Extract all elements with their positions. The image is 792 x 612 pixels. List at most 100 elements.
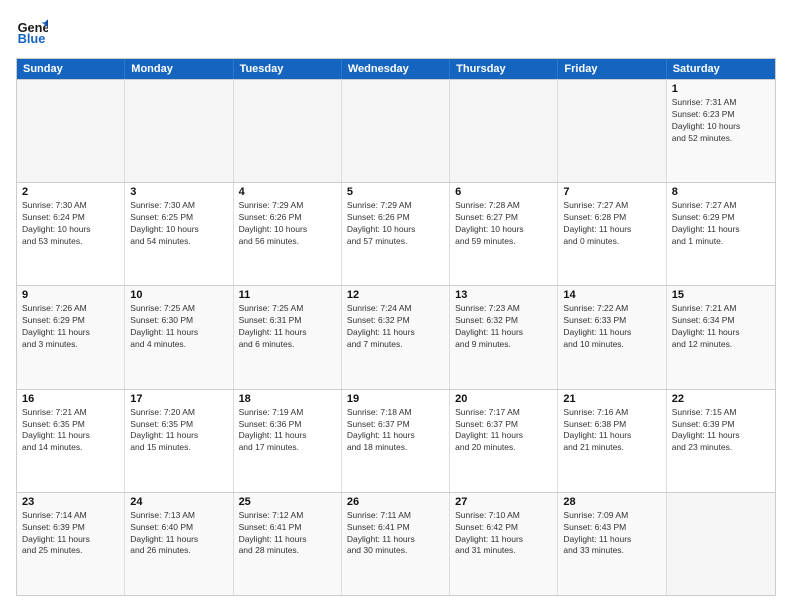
day-cell-26: 26 Sunrise: 7:11 AM Sunset: 6:41 PM Dayli… <box>342 493 450 595</box>
calendar: SundayMondayTuesdayWednesdayThursdayFrid… <box>16 58 776 596</box>
day-info: Sunrise: 7:22 AM Sunset: 6:33 PM Dayligh… <box>563 303 660 351</box>
day-info: Sunrise: 7:31 AM Sunset: 6:23 PM Dayligh… <box>672 97 770 145</box>
calendar-week-4: 16 Sunrise: 7:21 AM Sunset: 6:35 PM Dayli… <box>17 389 775 492</box>
day-info: Sunrise: 7:15 AM Sunset: 6:39 PM Dayligh… <box>672 407 770 455</box>
day-info: Sunrise: 7:23 AM Sunset: 6:32 PM Dayligh… <box>455 303 552 351</box>
day-number: 20 <box>455 393 552 405</box>
day-cell-12: 12 Sunrise: 7:24 AM Sunset: 6:32 PM Dayli… <box>342 286 450 388</box>
empty-cell <box>667 493 775 595</box>
day-info: Sunrise: 7:11 AM Sunset: 6:41 PM Dayligh… <box>347 510 444 558</box>
day-info: Sunrise: 7:26 AM Sunset: 6:29 PM Dayligh… <box>22 303 119 351</box>
page: General Blue SundayMondayTuesdayWednesda… <box>0 0 792 612</box>
day-info: Sunrise: 7:25 AM Sunset: 6:30 PM Dayligh… <box>130 303 227 351</box>
day-info: Sunrise: 7:27 AM Sunset: 6:28 PM Dayligh… <box>563 200 660 248</box>
day-info: Sunrise: 7:25 AM Sunset: 6:31 PM Dayligh… <box>239 303 336 351</box>
day-number: 9 <box>22 289 119 301</box>
day-cell-17: 17Sunrise: 7:20 AM Sunset: 6:35 PM Dayli… <box>125 390 233 492</box>
day-number: 6 <box>455 186 552 198</box>
header-day-friday: Friday <box>558 59 666 79</box>
header-day-saturday: Saturday <box>667 59 775 79</box>
day-number: 4 <box>239 186 336 198</box>
day-info: Sunrise: 7:13 AM Sunset: 6:40 PM Dayligh… <box>130 510 227 558</box>
day-cell-15: 15 Sunrise: 7:21 AM Sunset: 6:34 PM Dayli… <box>667 286 775 388</box>
day-number: 16 <box>22 393 119 405</box>
calendar-week-1: 1Sunrise: 7:31 AM Sunset: 6:23 PM Daylig… <box>17 79 775 182</box>
day-cell-9: 9 Sunrise: 7:26 AM Sunset: 6:29 PM Daylig… <box>17 286 125 388</box>
day-number: 28 <box>563 496 660 508</box>
day-info: Sunrise: 7:27 AM Sunset: 6:29 PM Dayligh… <box>672 200 770 248</box>
day-number: 25 <box>239 496 336 508</box>
day-number: 8 <box>672 186 770 198</box>
day-cell-8: 8 Sunrise: 7:27 AM Sunset: 6:29 PM Daylig… <box>667 183 775 285</box>
day-cell-11: 11 Sunrise: 7:25 AM Sunset: 6:31 PM Dayli… <box>234 286 342 388</box>
logo: General Blue <box>16 16 52 48</box>
day-number: 11 <box>239 289 336 301</box>
logo-icon: General Blue <box>16 16 48 48</box>
empty-cell <box>125 80 233 182</box>
day-number: 13 <box>455 289 552 301</box>
day-info: Sunrise: 7:12 AM Sunset: 6:41 PM Dayligh… <box>239 510 336 558</box>
day-info: Sunrise: 7:09 AM Sunset: 6:43 PM Dayligh… <box>563 510 660 558</box>
day-info: Sunrise: 7:20 AM Sunset: 6:35 PM Dayligh… <box>130 407 227 455</box>
day-number: 7 <box>563 186 660 198</box>
day-info: Sunrise: 7:29 AM Sunset: 6:26 PM Dayligh… <box>239 200 336 248</box>
header-day-wednesday: Wednesday <box>342 59 450 79</box>
empty-cell <box>558 80 666 182</box>
day-info: Sunrise: 7:21 AM Sunset: 6:35 PM Dayligh… <box>22 407 119 455</box>
day-info: Sunrise: 7:18 AM Sunset: 6:37 PM Dayligh… <box>347 407 444 455</box>
day-info: Sunrise: 7:17 AM Sunset: 6:37 PM Dayligh… <box>455 407 552 455</box>
day-number: 3 <box>130 186 227 198</box>
day-info: Sunrise: 7:24 AM Sunset: 6:32 PM Dayligh… <box>347 303 444 351</box>
day-info: Sunrise: 7:30 AM Sunset: 6:24 PM Dayligh… <box>22 200 119 248</box>
header-day-sunday: Sunday <box>17 59 125 79</box>
day-number: 19 <box>347 393 444 405</box>
empty-cell <box>17 80 125 182</box>
day-cell-27: 27Sunrise: 7:10 AM Sunset: 6:42 PM Dayli… <box>450 493 558 595</box>
calendar-body: 1Sunrise: 7:31 AM Sunset: 6:23 PM Daylig… <box>17 79 775 595</box>
day-number: 5 <box>347 186 444 198</box>
calendar-header: SundayMondayTuesdayWednesdayThursdayFrid… <box>17 59 775 79</box>
day-number: 18 <box>239 393 336 405</box>
day-cell-1: 1Sunrise: 7:31 AM Sunset: 6:23 PM Daylig… <box>667 80 775 182</box>
day-info: Sunrise: 7:28 AM Sunset: 6:27 PM Dayligh… <box>455 200 552 248</box>
day-info: Sunrise: 7:21 AM Sunset: 6:34 PM Dayligh… <box>672 303 770 351</box>
day-cell-19: 19 Sunrise: 7:18 AM Sunset: 6:37 PM Dayli… <box>342 390 450 492</box>
day-number: 2 <box>22 186 119 198</box>
calendar-week-5: 23Sunrise: 7:14 AM Sunset: 6:39 PM Dayli… <box>17 492 775 595</box>
day-cell-6: 6 Sunrise: 7:28 AM Sunset: 6:27 PM Daylig… <box>450 183 558 285</box>
day-cell-28: 28 Sunrise: 7:09 AM Sunset: 6:43 PM Dayli… <box>558 493 666 595</box>
day-cell-24: 24Sunrise: 7:13 AM Sunset: 6:40 PM Dayli… <box>125 493 233 595</box>
header-day-monday: Monday <box>125 59 233 79</box>
day-cell-14: 14 Sunrise: 7:22 AM Sunset: 6:33 PM Dayli… <box>558 286 666 388</box>
day-number: 26 <box>347 496 444 508</box>
day-cell-5: 5 Sunrise: 7:29 AM Sunset: 6:26 PM Daylig… <box>342 183 450 285</box>
day-cell-7: 7 Sunrise: 7:27 AM Sunset: 6:28 PM Daylig… <box>558 183 666 285</box>
day-number: 14 <box>563 289 660 301</box>
calendar-week-2: 2 Sunrise: 7:30 AM Sunset: 6:24 PM Daylig… <box>17 182 775 285</box>
day-number: 22 <box>672 393 770 405</box>
day-number: 21 <box>563 393 660 405</box>
day-info: Sunrise: 7:10 AM Sunset: 6:42 PM Dayligh… <box>455 510 552 558</box>
day-info: Sunrise: 7:19 AM Sunset: 6:36 PM Dayligh… <box>239 407 336 455</box>
day-info: Sunrise: 7:29 AM Sunset: 6:26 PM Dayligh… <box>347 200 444 248</box>
header-day-thursday: Thursday <box>450 59 558 79</box>
day-number: 15 <box>672 289 770 301</box>
empty-cell <box>342 80 450 182</box>
empty-cell <box>234 80 342 182</box>
day-cell-10: 10 Sunrise: 7:25 AM Sunset: 6:30 PM Dayli… <box>125 286 233 388</box>
day-cell-18: 18 Sunrise: 7:19 AM Sunset: 6:36 PM Dayli… <box>234 390 342 492</box>
day-info: Sunrise: 7:14 AM Sunset: 6:39 PM Dayligh… <box>22 510 119 558</box>
day-cell-2: 2 Sunrise: 7:30 AM Sunset: 6:24 PM Daylig… <box>17 183 125 285</box>
day-cell-25: 25 Sunrise: 7:12 AM Sunset: 6:41 PM Dayli… <box>234 493 342 595</box>
day-cell-22: 22 Sunrise: 7:15 AM Sunset: 6:39 PM Dayli… <box>667 390 775 492</box>
day-info: Sunrise: 7:16 AM Sunset: 6:38 PM Dayligh… <box>563 407 660 455</box>
day-number: 12 <box>347 289 444 301</box>
day-number: 10 <box>130 289 227 301</box>
day-cell-4: 4 Sunrise: 7:29 AM Sunset: 6:26 PM Daylig… <box>234 183 342 285</box>
day-info: Sunrise: 7:30 AM Sunset: 6:25 PM Dayligh… <box>130 200 227 248</box>
header-day-tuesday: Tuesday <box>234 59 342 79</box>
header: General Blue <box>16 16 776 48</box>
day-cell-23: 23Sunrise: 7:14 AM Sunset: 6:39 PM Dayli… <box>17 493 125 595</box>
day-cell-3: 3 Sunrise: 7:30 AM Sunset: 6:25 PM Daylig… <box>125 183 233 285</box>
calendar-week-3: 9 Sunrise: 7:26 AM Sunset: 6:29 PM Daylig… <box>17 285 775 388</box>
